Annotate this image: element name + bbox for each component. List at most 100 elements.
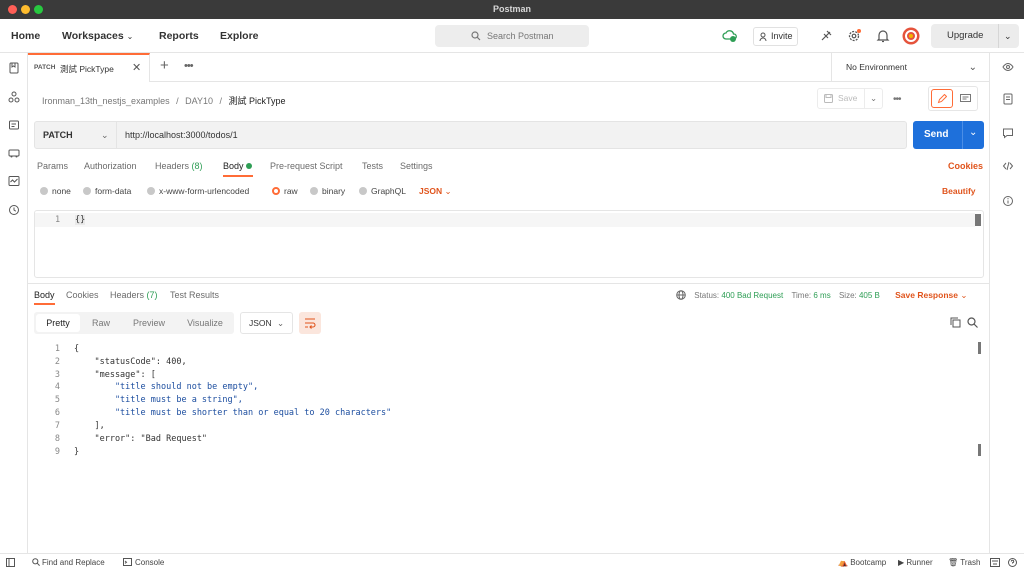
method-select[interactable]: PATCH ⌄ [35, 122, 117, 148]
globe-icon[interactable] [676, 290, 686, 300]
tab-params[interactable]: Params [37, 161, 68, 171]
console-button[interactable]: Console [123, 558, 164, 567]
tab-prerequest-script[interactable]: Pre-request Script [270, 161, 343, 171]
send-divider [962, 121, 963, 149]
toggle-sidebar-icon[interactable] [6, 558, 15, 567]
search-icon[interactable] [967, 317, 978, 328]
request-body-editor[interactable]: 1 {} [34, 210, 984, 278]
body-type-urlencoded[interactable]: x-www-form-urlencoded [147, 186, 249, 196]
close-icon[interactable]: ✕ [132, 61, 141, 74]
wrap-lines-button[interactable] [299, 312, 321, 334]
comments-icon[interactable] [1002, 127, 1014, 139]
status-value[interactable]: 400 Bad Request [721, 291, 783, 300]
collections-icon[interactable] [8, 62, 20, 74]
close-window-button[interactable] [8, 5, 17, 14]
trash-button[interactable]: 🗑 Trash [948, 558, 980, 567]
breadcrumb-collection[interactable]: Ironman_13th_nestjs_examples [42, 96, 170, 106]
response-tab-cookies[interactable]: Cookies [66, 290, 99, 300]
search-input[interactable]: Search Postman [435, 25, 589, 47]
chevron-down-icon[interactable]: ⌄ [1004, 24, 1012, 48]
save-button[interactable]: Save ⌄ [817, 88, 883, 109]
more-tabs-icon[interactable]: ••• [184, 60, 194, 72]
tab-authorization[interactable]: Authorization [84, 161, 137, 171]
response-format-select[interactable]: JSON ⌄ [240, 312, 293, 334]
breadcrumb-folder[interactable]: DAY10 [185, 96, 213, 106]
help-icon[interactable] [1008, 558, 1017, 567]
copy-icon[interactable] [950, 317, 961, 328]
sync-status-icon[interactable] [722, 28, 738, 44]
radio-selected-icon [272, 187, 280, 195]
body-type-form-data-label: form-data [95, 186, 132, 196]
environments-icon[interactable] [8, 119, 20, 131]
request-response-divider[interactable] [28, 283, 989, 284]
body-type-binary[interactable]: binary [310, 186, 345, 196]
send-button[interactable]: Send ⌄ [913, 121, 984, 149]
time-value[interactable]: 6 ms [813, 291, 830, 300]
invite-label: Invite [771, 31, 793, 41]
invite-button[interactable]: Invite [753, 27, 798, 46]
bell-icon[interactable] [875, 28, 891, 44]
response-headers-count: (7) [146, 290, 158, 300]
beautify-link[interactable]: Beautify [942, 186, 976, 196]
avatar[interactable] [902, 27, 920, 45]
new-tab-plus-icon[interactable]: + [160, 57, 169, 74]
history-icon[interactable] [8, 204, 20, 216]
response-tab-test-results[interactable]: Test Results [170, 290, 219, 300]
scrollbar[interactable] [975, 214, 981, 226]
body-format-select[interactable]: JSON ⌄ [419, 186, 452, 197]
gear-icon[interactable] [846, 28, 862, 44]
info-icon[interactable] [1002, 195, 1014, 207]
body-type-raw[interactable]: raw [272, 186, 298, 196]
monitors-icon[interactable] [8, 175, 20, 187]
keyboard-shortcuts-icon[interactable] [990, 558, 1000, 567]
app-header: Home Workspaces ⌄ Reports Explore Search… [0, 19, 1024, 53]
environment-selector[interactable]: No Environment ⌄ [831, 53, 989, 82]
body-format-label: JSON [419, 186, 443, 196]
body-type-graphql[interactable]: GraphQL [359, 186, 406, 196]
mock-servers-icon[interactable] [8, 147, 20, 159]
pencil-icon [937, 94, 947, 104]
code-icon[interactable] [1002, 160, 1014, 172]
url-input[interactable]: http://localhost:3000/todos/1 [125, 122, 238, 148]
comment-icon[interactable] [960, 94, 971, 104]
nav-home[interactable]: Home [11, 30, 40, 42]
documentation-icon[interactable] [1002, 93, 1014, 105]
chevron-down-icon[interactable]: ⌄ [870, 89, 877, 108]
send-label: Send [924, 129, 949, 140]
upgrade-button[interactable]: Upgrade ⌄ [931, 24, 1019, 48]
nav-workspaces[interactable]: Workspaces ⌄ [62, 30, 133, 42]
eye-icon[interactable] [1002, 61, 1014, 73]
scrollbar[interactable] [978, 342, 981, 354]
view-visualize-button[interactable]: Visualize [182, 312, 228, 334]
nav-explore[interactable]: Explore [220, 30, 259, 42]
minimize-window-button[interactable] [21, 5, 30, 14]
code-line: "title must be a string", [74, 395, 243, 405]
line-number: 5 [54, 395, 60, 405]
edit-mode-button[interactable] [931, 89, 953, 108]
tab-headers[interactable]: Headers (8) [155, 161, 203, 171]
response-tab-body[interactable]: Body [34, 290, 55, 300]
more-options-icon[interactable]: ••• [893, 94, 901, 105]
runner-button[interactable]: ▶ Runner [898, 558, 933, 567]
tab-body[interactable]: Body [223, 161, 253, 171]
bootcamp-button[interactable]: ⛺ Bootcamp [838, 558, 886, 567]
satellite-icon[interactable] [818, 28, 834, 44]
cookies-link[interactable]: Cookies [948, 161, 983, 171]
request-tab[interactable]: PATCH 測試 PickType ✕ [28, 53, 150, 82]
find-replace-button[interactable]: Find and Replace [32, 558, 105, 567]
maximize-window-button[interactable] [34, 5, 43, 14]
response-tab-headers[interactable]: Headers (7) [110, 290, 158, 300]
save-response-button[interactable]: Save Response ⌄ [895, 290, 967, 300]
size-value[interactable]: 405 B [859, 291, 880, 300]
apis-icon[interactable] [8, 91, 20, 103]
body-type-form-data[interactable]: form-data [83, 186, 131, 196]
tab-tests[interactable]: Tests [362, 161, 383, 171]
chevron-down-icon[interactable]: ⌄ [969, 119, 977, 147]
view-pretty-button[interactable]: Pretty [36, 314, 80, 332]
view-preview-button[interactable]: Preview [127, 312, 171, 334]
tab-settings[interactable]: Settings [400, 161, 433, 171]
body-type-none[interactable]: none [40, 186, 71, 196]
view-raw-button[interactable]: Raw [86, 312, 116, 334]
nav-reports[interactable]: Reports [159, 30, 199, 42]
breadcrumb-request[interactable]: 測試 PickType [229, 96, 286, 106]
